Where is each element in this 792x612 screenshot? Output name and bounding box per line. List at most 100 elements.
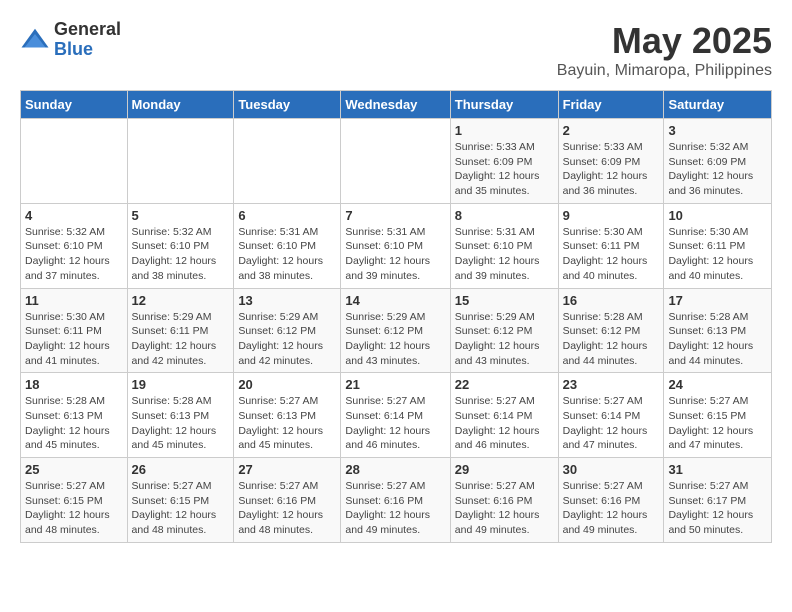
calendar-cell: 7 Sunrise: 5:31 AM Sunset: 6:10 PM Daylig… <box>341 203 450 288</box>
day-info: Sunrise: 5:28 AM Sunset: 6:13 PM Dayligh… <box>25 394 123 453</box>
day-info: Sunrise: 5:28 AM Sunset: 6:13 PM Dayligh… <box>668 310 767 369</box>
calendar-cell: 3 Sunrise: 5:32 AM Sunset: 6:09 PM Daylig… <box>664 119 772 204</box>
day-info: Sunrise: 5:32 AM Sunset: 6:09 PM Dayligh… <box>668 140 767 199</box>
day-info: Sunrise: 5:27 AM Sunset: 6:14 PM Dayligh… <box>563 394 660 453</box>
calendar-cell: 22Sunrise: 5:27 AM Sunset: 6:14 PM Dayli… <box>450 373 558 458</box>
weekday-header-row: SundayMondayTuesdayWednesdayThursdayFrid… <box>21 91 772 119</box>
day-number: 7 <box>345 208 445 223</box>
day-number: 28 <box>345 462 445 477</box>
day-info: Sunrise: 5:28 AM Sunset: 6:12 PM Dayligh… <box>563 310 660 369</box>
day-info: Sunrise: 5:29 AM Sunset: 6:11 PM Dayligh… <box>132 310 230 369</box>
calendar-cell <box>234 119 341 204</box>
day-info: Sunrise: 5:27 AM Sunset: 6:16 PM Dayligh… <box>563 479 660 538</box>
day-info: Sunrise: 5:27 AM Sunset: 6:13 PM Dayligh… <box>238 394 336 453</box>
calendar-cell: 1 Sunrise: 5:33 AM Sunset: 6:09 PM Daylig… <box>450 119 558 204</box>
calendar-cell: 6 Sunrise: 5:31 AM Sunset: 6:10 PM Daylig… <box>234 203 341 288</box>
day-number: 31 <box>668 462 767 477</box>
calendar-cell: 30 Sunrise: 5:27 AM Sunset: 6:16 PM Dayli… <box>558 458 664 543</box>
day-number: 9 <box>563 208 660 223</box>
calendar-cell: 27 Sunrise: 5:27 AM Sunset: 6:16 PM Dayli… <box>234 458 341 543</box>
day-number: 27 <box>238 462 336 477</box>
day-number: 11 <box>25 293 123 308</box>
calendar-cell: 23 Sunrise: 5:27 AM Sunset: 6:14 PM Dayli… <box>558 373 664 458</box>
calendar-week-3: 11 Sunrise: 5:30 AM Sunset: 6:11 PM Dayli… <box>21 288 772 373</box>
calendar-cell: 5 Sunrise: 5:32 AM Sunset: 6:10 PM Daylig… <box>127 203 234 288</box>
day-number: 15 <box>455 293 554 308</box>
day-info: Sunrise: 5:31 AM Sunset: 6:10 PM Dayligh… <box>345 225 445 284</box>
calendar-cell: 28Sunrise: 5:27 AM Sunset: 6:16 PM Dayli… <box>341 458 450 543</box>
calendar-cell: 31 Sunrise: 5:27 AM Sunset: 6:17 PM Dayli… <box>664 458 772 543</box>
day-number: 25 <box>25 462 123 477</box>
day-info: Sunrise: 5:27 AM Sunset: 6:16 PM Dayligh… <box>238 479 336 538</box>
weekday-header-tuesday: Tuesday <box>234 91 341 119</box>
calendar-cell: 9 Sunrise: 5:30 AM Sunset: 6:11 PM Daylig… <box>558 203 664 288</box>
calendar-week-5: 25 Sunrise: 5:27 AM Sunset: 6:15 PM Dayli… <box>21 458 772 543</box>
calendar-cell: 16Sunrise: 5:28 AM Sunset: 6:12 PM Dayli… <box>558 288 664 373</box>
day-number: 8 <box>455 208 554 223</box>
calendar-cell: 29Sunrise: 5:27 AM Sunset: 6:16 PM Dayli… <box>450 458 558 543</box>
day-number: 4 <box>25 208 123 223</box>
day-number: 26 <box>132 462 230 477</box>
day-number: 14 <box>345 293 445 308</box>
weekday-header-saturday: Saturday <box>664 91 772 119</box>
calendar-cell: 14 Sunrise: 5:29 AM Sunset: 6:12 PM Dayli… <box>341 288 450 373</box>
day-info: Sunrise: 5:33 AM Sunset: 6:09 PM Dayligh… <box>563 140 660 199</box>
day-info: Sunrise: 5:28 AM Sunset: 6:13 PM Dayligh… <box>132 394 230 453</box>
weekday-header-wednesday: Wednesday <box>341 91 450 119</box>
calendar-cell: 17 Sunrise: 5:28 AM Sunset: 6:13 PM Dayli… <box>664 288 772 373</box>
day-info: Sunrise: 5:32 AM Sunset: 6:10 PM Dayligh… <box>25 225 123 284</box>
day-number: 20 <box>238 377 336 392</box>
day-info: Sunrise: 5:27 AM Sunset: 6:15 PM Dayligh… <box>668 394 767 453</box>
day-number: 3 <box>668 123 767 138</box>
day-info: Sunrise: 5:29 AM Sunset: 6:12 PM Dayligh… <box>345 310 445 369</box>
calendar-cell: 21Sunrise: 5:27 AM Sunset: 6:14 PM Dayli… <box>341 373 450 458</box>
location-subtitle: Bayuin, Mimaropa, Philippines <box>557 62 772 80</box>
day-number: 22 <box>455 377 554 392</box>
weekday-header-monday: Monday <box>127 91 234 119</box>
calendar-cell: 26 Sunrise: 5:27 AM Sunset: 6:15 PM Dayli… <box>127 458 234 543</box>
calendar-cell: 10Sunrise: 5:30 AM Sunset: 6:11 PM Dayli… <box>664 203 772 288</box>
day-number: 23 <box>563 377 660 392</box>
day-info: Sunrise: 5:27 AM Sunset: 6:15 PM Dayligh… <box>132 479 230 538</box>
day-info: Sunrise: 5:29 AM Sunset: 6:12 PM Dayligh… <box>455 310 554 369</box>
calendar-week-2: 4 Sunrise: 5:32 AM Sunset: 6:10 PM Daylig… <box>21 203 772 288</box>
calendar-cell: 15 Sunrise: 5:29 AM Sunset: 6:12 PM Dayli… <box>450 288 558 373</box>
calendar-cell <box>341 119 450 204</box>
day-number: 12 <box>132 293 230 308</box>
day-info: Sunrise: 5:32 AM Sunset: 6:10 PM Dayligh… <box>132 225 230 284</box>
logo-general: General <box>54 20 121 40</box>
calendar-week-4: 18Sunrise: 5:28 AM Sunset: 6:13 PM Dayli… <box>21 373 772 458</box>
day-number: 5 <box>132 208 230 223</box>
page-header: General Blue May 2025 Bayuin, Mimaropa, … <box>20 20 772 80</box>
day-info: Sunrise: 5:27 AM Sunset: 6:16 PM Dayligh… <box>455 479 554 538</box>
day-info: Sunrise: 5:30 AM Sunset: 6:11 PM Dayligh… <box>563 225 660 284</box>
day-number: 30 <box>563 462 660 477</box>
day-info: Sunrise: 5:31 AM Sunset: 6:10 PM Dayligh… <box>455 225 554 284</box>
calendar-cell: 24 Sunrise: 5:27 AM Sunset: 6:15 PM Dayli… <box>664 373 772 458</box>
calendar-week-1: 1 Sunrise: 5:33 AM Sunset: 6:09 PM Daylig… <box>21 119 772 204</box>
day-number: 17 <box>668 293 767 308</box>
calendar-cell: 8 Sunrise: 5:31 AM Sunset: 6:10 PM Daylig… <box>450 203 558 288</box>
weekday-header-friday: Friday <box>558 91 664 119</box>
day-number: 13 <box>238 293 336 308</box>
day-info: Sunrise: 5:27 AM Sunset: 6:17 PM Dayligh… <box>668 479 767 538</box>
logo-blue: Blue <box>54 40 121 60</box>
day-number: 21 <box>345 377 445 392</box>
calendar-cell: 2Sunrise: 5:33 AM Sunset: 6:09 PM Daylig… <box>558 119 664 204</box>
calendar-cell: 11 Sunrise: 5:30 AM Sunset: 6:11 PM Dayli… <box>21 288 128 373</box>
day-info: Sunrise: 5:33 AM Sunset: 6:09 PM Dayligh… <box>455 140 554 199</box>
day-info: Sunrise: 5:31 AM Sunset: 6:10 PM Dayligh… <box>238 225 336 284</box>
calendar-cell: 18Sunrise: 5:28 AM Sunset: 6:13 PM Dayli… <box>21 373 128 458</box>
day-number: 19 <box>132 377 230 392</box>
day-info: Sunrise: 5:30 AM Sunset: 6:11 PM Dayligh… <box>25 310 123 369</box>
day-number: 6 <box>238 208 336 223</box>
calendar-cell: 19 Sunrise: 5:28 AM Sunset: 6:13 PM Dayli… <box>127 373 234 458</box>
calendar-cell <box>127 119 234 204</box>
calendar-cell: 25Sunrise: 5:27 AM Sunset: 6:15 PM Dayli… <box>21 458 128 543</box>
day-number: 24 <box>668 377 767 392</box>
logo-text: General Blue <box>54 20 121 60</box>
day-info: Sunrise: 5:30 AM Sunset: 6:11 PM Dayligh… <box>668 225 767 284</box>
calendar-cell: 4 Sunrise: 5:32 AM Sunset: 6:10 PM Daylig… <box>21 203 128 288</box>
logo: General Blue <box>20 20 121 60</box>
day-number: 1 <box>455 123 554 138</box>
